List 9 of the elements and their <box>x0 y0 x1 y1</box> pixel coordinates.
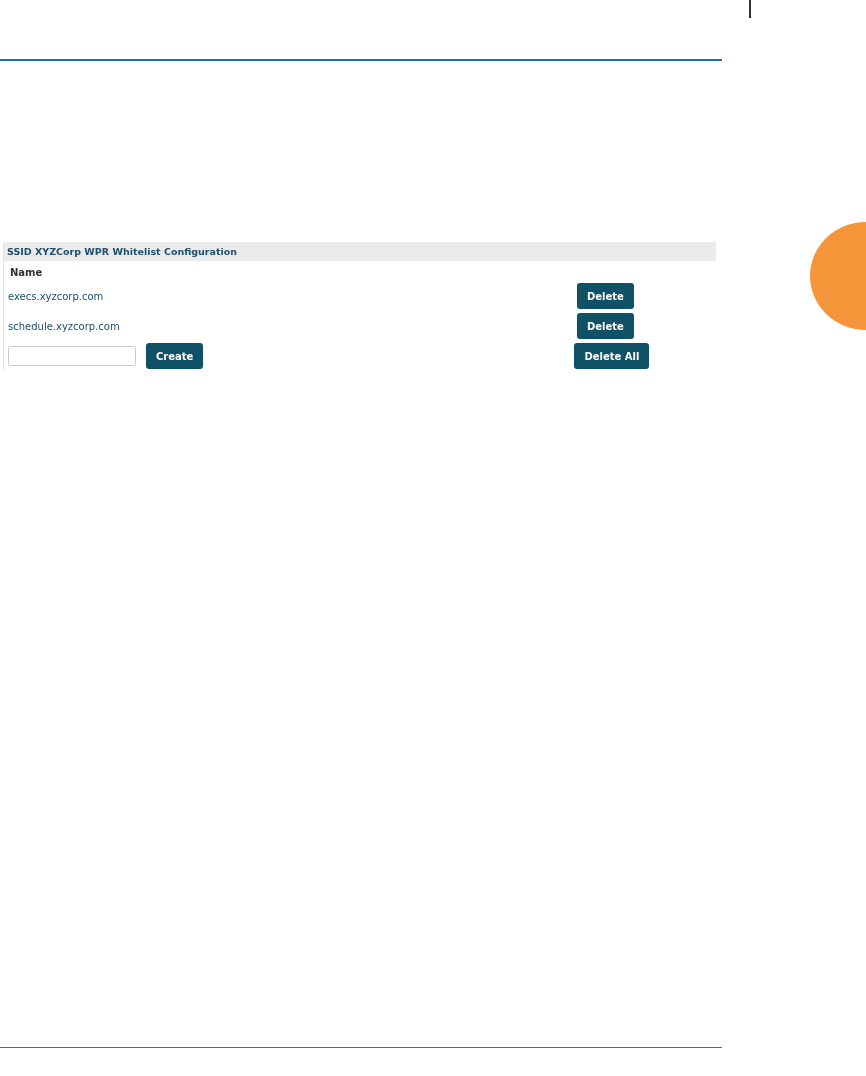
delete-button[interactable]: Delete <box>577 313 634 339</box>
entry-name: schedule.xyzcorp.com <box>7 319 121 334</box>
column-header: Name <box>10 267 43 278</box>
delete-all-button[interactable]: Delete All <box>574 343 650 369</box>
delete-button[interactable]: Delete <box>577 283 634 309</box>
panel-title: SSID XYZCorp WPR Whitelist Configuration <box>4 242 716 261</box>
entry-name: execs.xyzcorp.com <box>7 289 105 304</box>
name-input[interactable] <box>8 346 136 366</box>
create-button[interactable]: Create <box>146 343 204 369</box>
